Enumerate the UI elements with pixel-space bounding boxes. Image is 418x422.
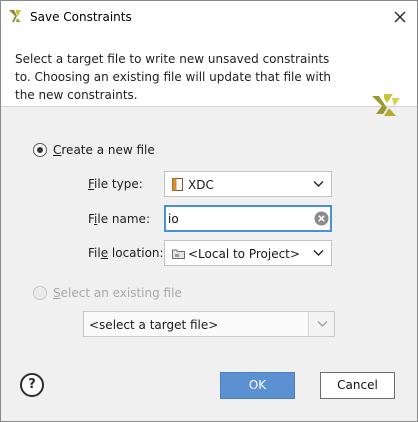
file-location-value: <Local to Project> xyxy=(188,247,300,261)
close-icon[interactable] xyxy=(389,6,411,28)
dialog-title: Save Constraints xyxy=(30,10,132,24)
select-existing-file-label[interactable]: Select an existing file xyxy=(53,286,182,300)
ok-button[interactable]: OK xyxy=(220,372,295,399)
file-name-input[interactable] xyxy=(168,210,308,228)
clear-circle-icon[interactable] xyxy=(314,211,329,226)
file-type-combo[interactable]: XDC xyxy=(164,171,332,197)
create-new-file-label[interactable]: Create a new file xyxy=(53,143,155,157)
target-file-combo[interactable]: <select a target file> xyxy=(83,311,335,337)
app-logo-icon xyxy=(9,10,21,22)
file-location-combo[interactable]: <Local to Project> xyxy=(164,240,332,266)
save-constraints-dialog: Save Constraints Select a target file to… xyxy=(0,0,418,422)
file-location-label: File location: xyxy=(88,246,164,260)
file-type-label: File type: xyxy=(88,177,143,191)
target-file-value: <select a target file> xyxy=(89,318,219,332)
select-existing-file-radio[interactable] xyxy=(33,286,47,300)
title-bar: Save Constraints xyxy=(1,1,417,33)
xdc-file-icon xyxy=(172,178,183,191)
target-file-dropdown-button[interactable] xyxy=(308,312,334,336)
dialog-header: Select a target file to write new unsave… xyxy=(1,33,417,116)
dialog-description: Select a target file to write new unsave… xyxy=(15,52,332,102)
chevron-down-icon xyxy=(313,250,324,256)
file-name-label: File name: xyxy=(88,212,150,226)
folder-icon xyxy=(172,249,185,259)
cancel-button[interactable]: Cancel xyxy=(320,372,395,399)
chevron-down-icon xyxy=(313,181,324,187)
file-name-field[interactable] xyxy=(164,205,332,232)
file-type-value: XDC xyxy=(188,178,214,192)
vivado-logo-icon xyxy=(372,94,400,116)
help-button[interactable]: ? xyxy=(20,373,44,397)
chevron-down-icon xyxy=(317,321,328,327)
create-new-file-radio[interactable] xyxy=(33,143,47,157)
